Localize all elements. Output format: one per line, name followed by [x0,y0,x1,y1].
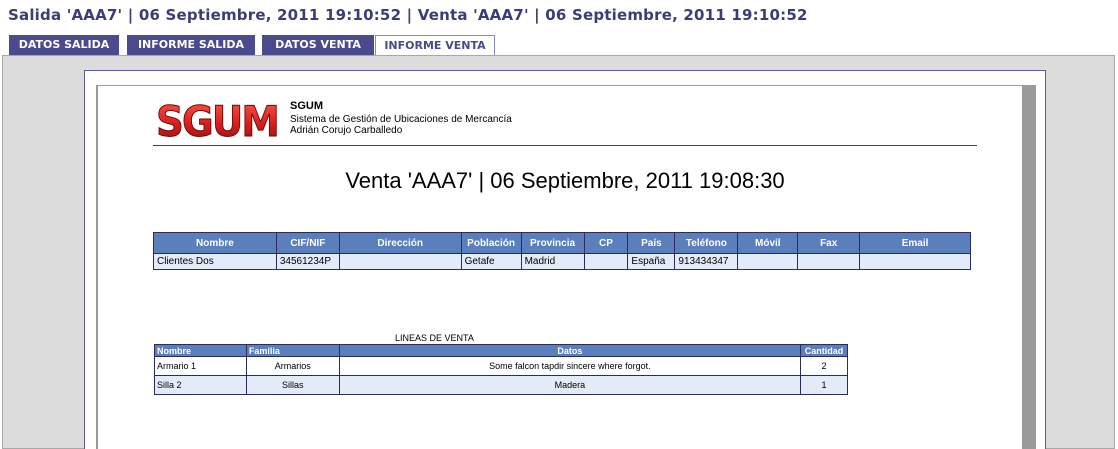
sale-lines-table: Nombre Familia Datos Cantidad Armario 1 … [154,344,849,395]
lines-col-cantidad: Cantidad [799,344,849,357]
line-datos: Madera [338,375,801,395]
client-nombre: Clientes Dos [153,253,277,270]
client-cif: 34561234P [275,253,340,270]
table-row: Clientes Dos 34561234P Getafe Madrid Esp… [153,253,971,270]
lines-col-familia: Familia [245,344,340,357]
client-col-telefono: Teléfono [674,232,739,254]
line-cantidad: 1 [799,375,849,395]
logo-text: SGUM [156,100,278,140]
lines-col-nombre: Nombre [154,344,247,357]
tab-datos-venta[interactable]: DATOS VENTA [262,35,374,55]
client-fax [797,253,861,270]
client-poblacion: Getafe [460,253,522,270]
line-datos: Some falcon tapdir sincere where forgot. [338,356,801,376]
lines-caption: LINEAS DE VENTA [395,333,474,343]
table-row: Armario 1 Armarios Some falcon tapdir si… [154,356,849,376]
client-provincia: Madrid [520,253,585,270]
client-col-direccion: Dirección [338,232,462,254]
client-email [859,253,971,270]
client-col-cif: CIF/NIF [275,232,340,254]
tab-datos-salida[interactable]: DATOS SALIDA [9,35,119,55]
page-title: Salida 'AAA7' | 06 Septiembre, 2011 19:1… [8,6,808,24]
client-cp [583,253,629,270]
line-nombre: Armario 1 [154,356,247,376]
sgum-logo: SGUM [156,100,281,140]
company-author: Adrián Corujo Carballedo [290,125,403,136]
line-familia: Sillas [245,375,340,395]
client-table: Nombre CIF/NIF Dirección Población Provi… [153,232,971,270]
client-col-fax: Fax [797,232,861,254]
client-direccion [338,253,462,270]
client-col-nombre: Nombre [153,232,277,254]
client-col-cp: CP [583,232,629,254]
client-col-pais: País [627,232,676,254]
header-divider [153,145,977,146]
tab-informe-salida[interactable]: INFORME SALIDA [127,35,255,55]
client-col-provincia: Provincia [520,232,585,254]
client-col-poblacion: Población [460,232,522,254]
client-movil [737,253,799,270]
tab-informe-venta[interactable]: INFORME VENTA [375,35,495,56]
company-info: SGUM Sistema de Gestión de Ubicaciones d… [290,100,512,137]
table-row: Silla 2 Sillas Madera 1 [154,375,849,395]
line-nombre: Silla 2 [154,375,247,395]
company-name: SGUM [290,100,323,112]
report-title: Venta 'AAA7' | 06 Septiembre, 2011 19:08… [345,168,785,193]
lines-col-datos: Datos [338,344,801,357]
line-cantidad: 2 [799,356,849,376]
client-col-email: Email [859,232,971,254]
company-description: Sistema de Gestión de Ubicaciones de Mer… [290,113,512,125]
line-familia: Armarios [245,356,340,376]
client-pais: España [627,253,676,270]
client-col-movil: Móvil [737,232,799,254]
client-telefono: 913434347 [674,253,739,270]
